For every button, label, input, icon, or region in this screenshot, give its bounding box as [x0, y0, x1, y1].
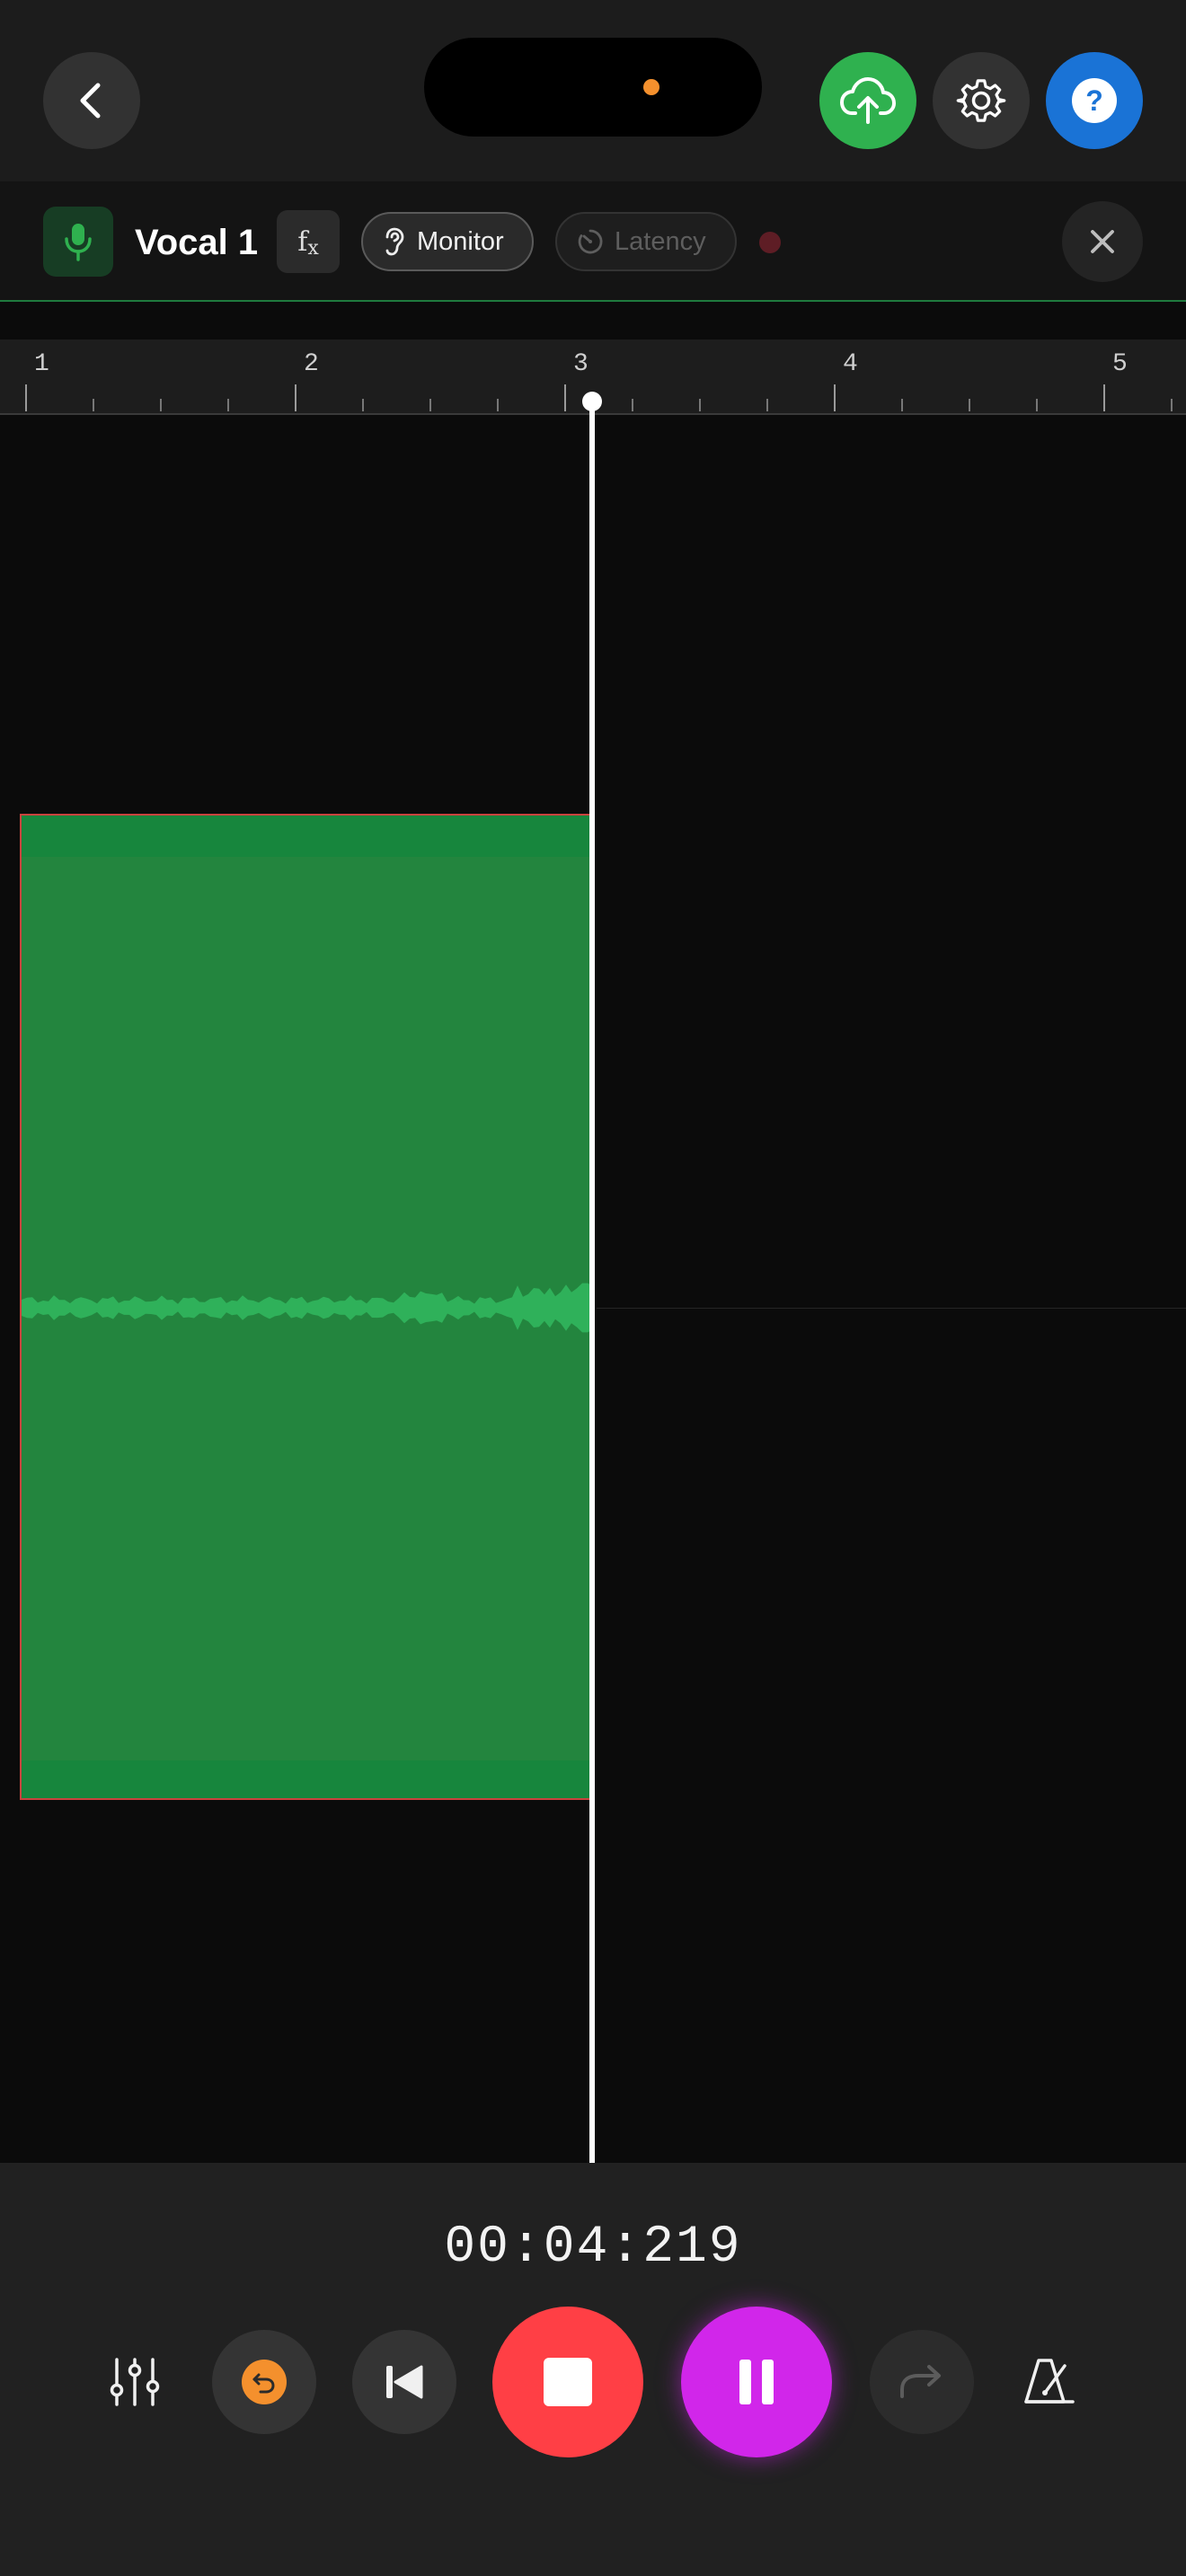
skip-back-icon [386, 2365, 423, 2399]
help-button[interactable]: ? [1046, 52, 1143, 149]
close-track-button[interactable] [1062, 201, 1143, 282]
help-icon: ? [1072, 78, 1117, 123]
settings-button[interactable] [933, 52, 1030, 149]
back-button[interactable] [43, 52, 140, 149]
latency-timer-icon [578, 229, 603, 254]
pause-button[interactable] [681, 2307, 832, 2457]
time-display: 00:04:219 [444, 2219, 742, 2277]
track-record-arm-button[interactable] [43, 207, 113, 277]
ruler-minor-tick [901, 399, 903, 411]
fx-label: f [297, 225, 308, 258]
ruler-bar-label: 2 [304, 350, 319, 378]
close-icon [1091, 230, 1114, 253]
lane-center-line [597, 1308, 1186, 1309]
ruler-bar-label: 1 [34, 350, 49, 378]
track-divider [0, 302, 1186, 340]
fx-sublabel: x [307, 236, 319, 260]
chevron-left-icon [80, 83, 101, 119]
ruler-major-tick [295, 384, 296, 411]
gear-icon [956, 79, 1006, 122]
ruler-minor-tick [969, 399, 970, 411]
ruler-minor-tick [1036, 399, 1038, 411]
metronome-icon [1024, 2359, 1075, 2404]
cloud-upload-icon [840, 77, 896, 124]
recording-indicator-dot [643, 79, 659, 95]
monitor-label: Monitor [417, 226, 504, 256]
ruler-bar-label: 3 [573, 350, 589, 378]
ruler-minor-tick [1171, 399, 1173, 411]
rewind-to-start-button[interactable] [352, 2330, 456, 2434]
metronome-button[interactable] [1013, 2330, 1085, 2434]
ruler-minor-tick [766, 399, 768, 411]
playhead[interactable] [589, 404, 595, 2165]
monitor-toggle[interactable]: Monitor [361, 212, 534, 271]
microphone-icon [65, 224, 92, 261]
mixer-button[interactable] [99, 2330, 171, 2434]
playhead-handle[interactable] [582, 392, 602, 411]
stop-button[interactable] [492, 2307, 643, 2457]
latency-toggle[interactable]: Latency [555, 212, 737, 271]
ruler-minor-tick [429, 399, 431, 411]
audio-clip[interactable] [20, 814, 593, 1800]
help-label: ? [1085, 84, 1103, 117]
ruler-minor-tick [632, 399, 633, 411]
latency-label: Latency [615, 226, 706, 256]
ruler-minor-tick [227, 399, 229, 411]
redo-icon [900, 2365, 941, 2398]
track-name[interactable]: Vocal 1 [135, 221, 258, 264]
redo-button[interactable] [870, 2330, 974, 2434]
ruler-minor-tick [362, 399, 364, 411]
ruler-minor-tick [497, 399, 499, 411]
ruler-minor-tick [160, 399, 162, 411]
ruler-major-tick [834, 384, 836, 411]
clip-waveform [22, 1283, 591, 1333]
ruler-major-tick [1103, 384, 1105, 411]
stop-icon [544, 2358, 592, 2406]
ruler-minor-tick [699, 399, 701, 411]
ear-icon [385, 227, 404, 256]
fx-button[interactable]: fx [277, 210, 340, 273]
pause-icon [739, 2360, 774, 2404]
ruler-major-tick [25, 384, 27, 411]
undo-icon [242, 2360, 287, 2404]
ruler-bar-label: 4 [843, 350, 858, 378]
record-status-dot [759, 232, 781, 253]
ruler-bar-label: 5 [1112, 350, 1128, 378]
ruler-major-tick [564, 384, 566, 411]
sliders-icon [110, 2358, 160, 2406]
undo-button[interactable] [212, 2330, 316, 2434]
dynamic-island [424, 38, 762, 137]
cloud-upload-button[interactable] [819, 52, 916, 149]
ruler-minor-tick [93, 399, 94, 411]
